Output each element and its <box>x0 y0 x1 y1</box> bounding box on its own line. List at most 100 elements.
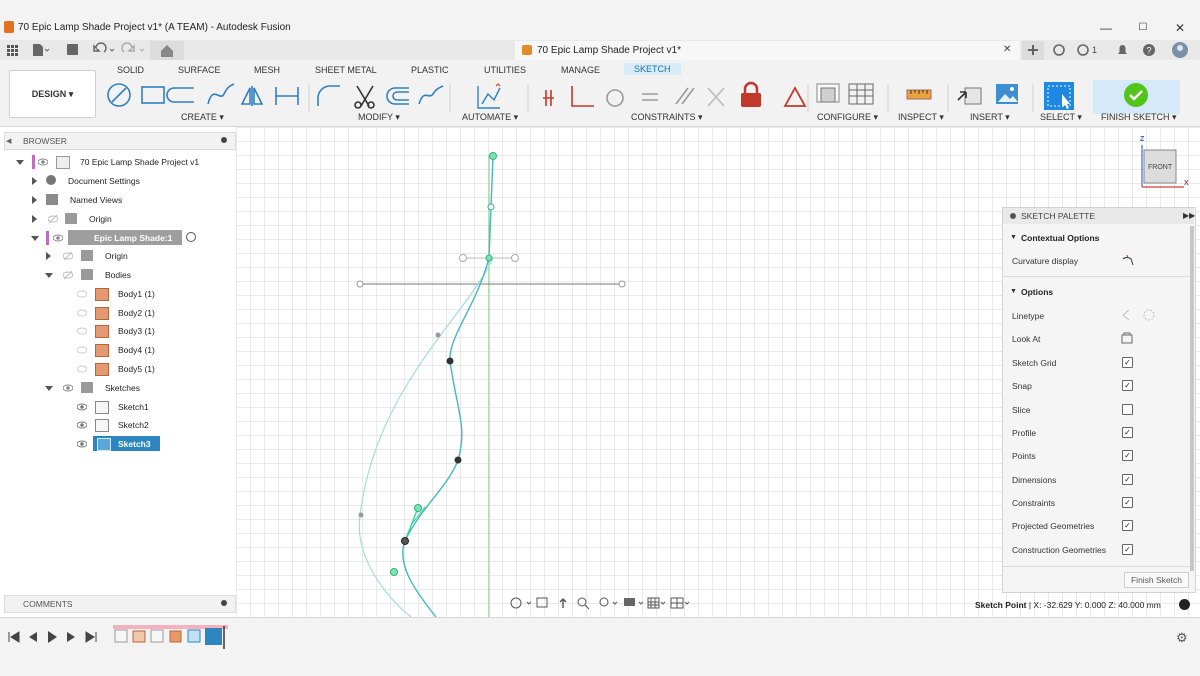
maximize-button[interactable]: ☐ <box>1133 20 1153 36</box>
activate-component-icon[interactable] <box>186 232 196 242</box>
palette-options-icon[interactable] <box>1010 213 1016 219</box>
tab-sheet-metal[interactable]: SHEET METAL <box>315 65 377 75</box>
pan-icon <box>559 598 567 608</box>
browser-header[interactable]: BROWSER ◀ <box>4 132 236 150</box>
browser-item-component[interactable]: Epic Lamp Shade:1 <box>0 229 236 247</box>
close-window-button[interactable]: ✕ <box>1170 20 1190 36</box>
browser-item-sketch[interactable]: Sketch1 <box>0 398 236 416</box>
look-at-icon <box>536 597 548 608</box>
spline-point <box>485 254 493 262</box>
tab-sketch[interactable]: SKETCH <box>624 63 681 75</box>
palette-scrollbar[interactable] <box>1190 226 1194 571</box>
comments-options-icon[interactable] <box>221 600 227 606</box>
browser-options-icon[interactable] <box>221 137 227 143</box>
tab-mesh[interactable]: MESH <box>254 65 280 75</box>
constraints-checkbox[interactable]: ✓ <box>1122 497 1133 508</box>
expand-palette-icon[interactable]: ▶▶ <box>1183 211 1195 220</box>
tab-manage[interactable]: MANAGE <box>561 65 600 75</box>
section-contextual-options[interactable]: Contextual Options <box>1021 233 1099 243</box>
browser-item-root[interactable]: 70 Epic Lamp Shade Project v1 <box>0 153 236 171</box>
browser-item-label: Document Settings <box>68 176 140 186</box>
browser-item-sketches[interactable]: Sketches <box>0 379 236 397</box>
rectangle-tool-icon <box>141 86 165 104</box>
app-grid-icon <box>7 45 18 56</box>
visibility-eye-icon[interactable] <box>77 402 87 412</box>
display-settings-icon <box>624 598 635 606</box>
settings-gear-icon[interactable]: ⚙ <box>1176 630 1188 646</box>
curvature-display-icon[interactable] <box>1121 253 1135 267</box>
tab-surface[interactable]: SURFACE <box>178 65 221 75</box>
snap-checkbox[interactable]: ✓ <box>1122 380 1133 391</box>
construction-geometries-checkbox[interactable]: ✓ <box>1122 544 1133 555</box>
collapse-browser-icon[interactable]: ◀ <box>6 137 11 145</box>
collapse-section-icon[interactable]: ▼ <box>1010 288 1017 295</box>
browser-item-sketch-active[interactable]: Sketch3 <box>0 435 236 453</box>
browser-item-origin[interactable]: Origin <box>0 210 236 228</box>
linetype-icons[interactable] <box>1120 308 1160 322</box>
constraints-menu[interactable]: CONSTRAINTS ▾ <box>631 112 703 123</box>
visibility-eye-icon[interactable] <box>53 233 63 243</box>
points-checkbox[interactable]: ✓ <box>1122 450 1133 461</box>
browser-item-body[interactable]: Body5 (1) <box>0 360 236 378</box>
comments-panel[interactable]: COMMENTS <box>4 595 236 613</box>
tab-solid[interactable]: SOLID <box>117 65 144 75</box>
close-tab-button[interactable]: ✕ <box>1003 44 1011 55</box>
fillet-tool-icon <box>317 85 340 106</box>
tab-utilities[interactable]: UTILITIES <box>484 65 526 75</box>
viewcube-z-label: Z <box>1140 136 1145 143</box>
browser-item-body[interactable]: Body4 (1) <box>0 341 236 359</box>
workspace-switcher[interactable]: DESIGN ▾ <box>9 70 96 118</box>
select-menu[interactable]: SELECT ▾ <box>1040 112 1082 123</box>
collapse-section-icon[interactable]: ▼ <box>1010 234 1017 241</box>
browser-item-bodies[interactable]: Bodies <box>0 266 236 284</box>
finish-sketch-menu[interactable]: FINISH SKETCH ▾ <box>1101 112 1177 123</box>
hidden-eye-icon[interactable] <box>77 289 87 299</box>
visibility-eye-icon[interactable] <box>77 439 87 449</box>
automate-menu[interactable]: AUTOMATE ▾ <box>462 112 518 123</box>
document-icon <box>522 45 532 55</box>
visibility-eye-icon[interactable] <box>38 157 48 167</box>
hidden-eye-icon[interactable] <box>48 214 58 224</box>
sketch-palette-header[interactable]: SKETCH PALETTE ▶▶ <box>1003 208 1195 224</box>
extend-tool-icon <box>418 85 444 105</box>
browser-item-body[interactable]: Body2 (1) <box>0 304 236 322</box>
slice-checkbox[interactable] <box>1122 404 1133 415</box>
undo-icon <box>93 42 107 53</box>
parallel-constraint-icon <box>675 87 695 105</box>
svg-text:?: ? <box>1147 46 1152 56</box>
visibility-eye-icon[interactable] <box>77 420 87 430</box>
browser-item-sketch[interactable]: Sketch2 <box>0 416 236 434</box>
create-menu[interactable]: CREATE ▾ <box>181 112 224 123</box>
browser-item-document-settings[interactable]: Document Settings <box>0 172 236 190</box>
projected-geometries-checkbox[interactable]: ✓ <box>1122 520 1133 531</box>
look-at-icon[interactable] <box>1120 331 1134 345</box>
insert-menu[interactable]: INSERT ▾ <box>970 112 1010 123</box>
configure-menu[interactable]: CONFIGURE ▾ <box>817 112 878 123</box>
inspect-menu[interactable]: INSPECT ▾ <box>898 112 944 123</box>
tab-plastic[interactable]: PLASTIC <box>411 65 449 75</box>
sketch-grid-checkbox[interactable]: ✓ <box>1122 357 1133 368</box>
viewcube-front-face[interactable]: FRONT <box>1148 164 1172 171</box>
hidden-eye-icon[interactable] <box>77 326 87 336</box>
hidden-eye-icon[interactable] <box>77 308 87 318</box>
line-tool-icon <box>166 87 194 103</box>
hidden-eye-icon[interactable] <box>77 364 87 374</box>
section-options[interactable]: Options <box>1021 287 1053 297</box>
measure-tool-icon <box>906 89 932 100</box>
hidden-eye-icon[interactable] <box>77 345 87 355</box>
hidden-eye-icon[interactable] <box>63 270 73 280</box>
marking-menu-icon[interactable] <box>1179 599 1190 610</box>
browser-item-body[interactable]: Body1 (1) <box>0 285 236 303</box>
modify-menu[interactable]: MODIFY ▾ <box>358 112 400 123</box>
visibility-eye-icon[interactable] <box>63 383 73 393</box>
profile-checkbox[interactable]: ✓ <box>1122 427 1133 438</box>
minimize-button[interactable]: — <box>1096 20 1116 36</box>
document-tab[interactable]: 70 Epic Lamp Shade Project v1* ✕ <box>515 41 1020 60</box>
finish-sketch-button[interactable]: Finish Sketch <box>1124 572 1189 588</box>
hidden-eye-icon[interactable] <box>63 251 73 261</box>
browser-item-body[interactable]: Body3 (1) <box>0 322 236 340</box>
browser-item-origin-inner[interactable]: Origin <box>0 247 236 265</box>
dimensions-checkbox[interactable]: ✓ <box>1122 474 1133 485</box>
collinear-constraint-icon <box>707 87 725 107</box>
browser-item-named-views[interactable]: Named Views <box>0 191 236 209</box>
